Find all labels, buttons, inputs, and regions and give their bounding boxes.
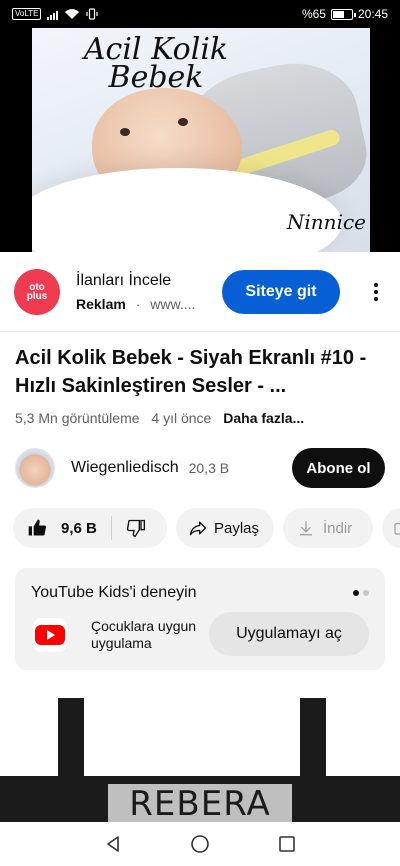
subscribe-button[interactable]: Abone ol (292, 448, 385, 488)
recents-icon[interactable] (278, 835, 296, 853)
battery-fill (332, 10, 344, 18)
ad-url: www.... (150, 295, 196, 312)
like-button[interactable]: 9,6 B (27, 518, 97, 538)
kids-card-description: Çocuklara uygun uygulama (91, 618, 197, 651)
upload-age: 4 yıl önce (151, 410, 212, 426)
visit-site-button[interactable]: Siteye git (222, 269, 340, 314)
open-app-button[interactable]: Uygulamayı aç (209, 612, 369, 656)
system-nav-bar (0, 822, 400, 866)
tv-mount-post (300, 698, 326, 784)
ad-text[interactable]: İlanları İncele Reklam · www.... (76, 272, 206, 312)
baby-eye (178, 118, 188, 126)
ad-separator: · (135, 295, 141, 312)
ad-logo[interactable]: oto plus (14, 268, 60, 315)
signal-icon (47, 9, 59, 20)
youtube-kids-logo (33, 618, 67, 652)
kids-card-title: YouTube Kids'i deneyin (31, 584, 197, 601)
thumbs-down-icon[interactable] (126, 518, 146, 538)
ad-logo-text-bottom: plus (26, 290, 48, 302)
tv-mount-post (58, 698, 84, 784)
carousel-dot-active (353, 590, 359, 596)
share-icon (189, 521, 207, 536)
status-left: VoLTE (12, 8, 99, 20)
wifi-icon (65, 9, 80, 19)
like-count: 9,6 B (61, 519, 97, 537)
avatar[interactable] (15, 448, 55, 488)
next-video-thumbnail[interactable]: REBERA (0, 698, 400, 822)
video-title[interactable]: Acil Kolik Bebek - Siyah Ekranlı #10 - H… (15, 344, 390, 400)
channel-name[interactable]: Wiegenliedisch (71, 459, 179, 477)
video-overlay-subtitle: Ninnice (286, 210, 366, 234)
carousel-dot (363, 590, 369, 596)
clock: 20:45 (357, 7, 388, 21)
download-button[interactable]: İndir (283, 508, 373, 548)
share-label: Paylaş (214, 519, 260, 537)
more-link[interactable]: Daha fazla... (223, 410, 304, 426)
home-icon[interactable] (190, 834, 210, 854)
action-bar: 9,6 B Paylaş İndir (13, 508, 400, 548)
baby-eye (120, 128, 130, 136)
play-icon (35, 625, 65, 645)
vibrate-icon (86, 8, 99, 20)
video-meta[interactable]: 5,3 Mn görüntüleme 4 yıl önce Daha fazla… (15, 410, 390, 426)
channel-row[interactable]: Wiegenliedisch 20,3 B Abone ol (15, 446, 385, 490)
carousel-dots (353, 590, 369, 596)
download-icon (300, 521, 312, 536)
status-right: %65 20:45 (302, 7, 388, 21)
subscriber-count: 20,3 B (188, 460, 230, 476)
battery-percent: %65 (301, 7, 326, 21)
battery-icon (330, 8, 356, 20)
status-bar: VoLTE %65 20:45 (0, 0, 400, 28)
clip-icon (394, 522, 400, 535)
kebab-menu-icon[interactable] (366, 277, 386, 307)
video-overlay-title: Acil Kolik Bebek (83, 32, 229, 95)
ad-row[interactable]: oto plus İlanları İncele Reklam · www...… (0, 252, 400, 332)
download-label: İndir (323, 519, 353, 537)
video-player[interactable]: Acil Kolik Bebek Ninnice (0, 28, 400, 252)
next-video-brand: REBERA (129, 784, 271, 822)
ad-label: Reklam (76, 295, 126, 312)
back-icon[interactable] (104, 835, 122, 853)
ad-meta: Reklam · www.... (76, 296, 206, 312)
ad-title: İlanları İncele (76, 271, 172, 289)
thumbs-up-icon (28, 519, 47, 536)
view-count: 5,3 Mn görüntüleme (15, 410, 140, 426)
volte-badge: VoLTE (12, 8, 42, 20)
youtube-kids-card: YouTube Kids'i deneyin Çocuklara uygun u… (15, 568, 385, 670)
like-dislike-pill: 9,6 B (13, 508, 167, 548)
like-divider (110, 516, 112, 540)
clip-button[interactable] (382, 508, 400, 548)
share-button[interactable]: Paylaş (176, 508, 274, 548)
video-frame: Acil Kolik Bebek Ninnice (32, 28, 370, 252)
